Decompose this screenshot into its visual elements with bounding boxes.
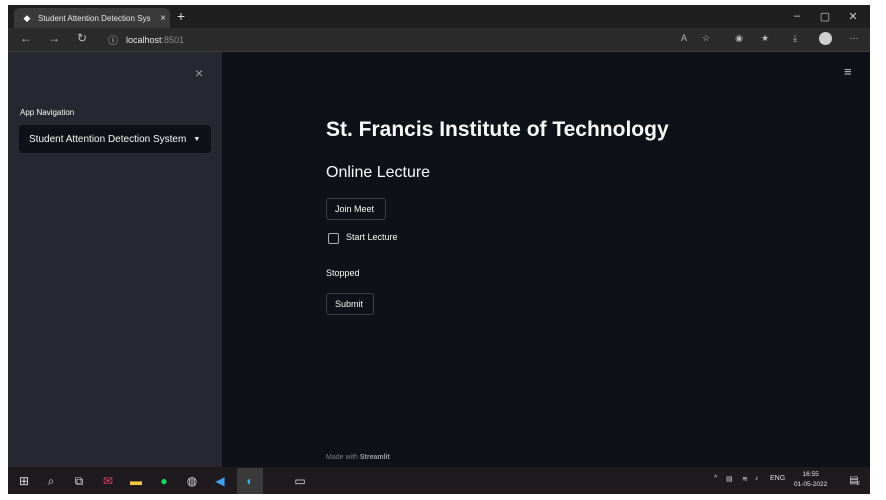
start-lecture-checkbox[interactable] bbox=[328, 233, 339, 244]
address-bar: ← → ↻ ⓘ localhost :8501 A ☆ ◉ ★ ⤓ ⋯ bbox=[8, 28, 870, 52]
sidebar: × App Navigation Student Attention Detec… bbox=[8, 52, 222, 467]
browser-tab[interactable]: ◆ Student Attention Detection Sys × bbox=[14, 8, 170, 28]
section-subheader: Online Lecture bbox=[326, 164, 431, 181]
extension-icon[interactable]: ◉ bbox=[731, 33, 747, 44]
url-field[interactable]: ⓘ localhost :8501 bbox=[106, 31, 696, 48]
main-content: ≡ St. Francis Institute of Technology On… bbox=[222, 52, 870, 467]
page-title: St. Francis Institute of Technology bbox=[326, 118, 669, 141]
task-view-icon[interactable]: ⧉ bbox=[71, 473, 87, 489]
tray-expand-icon[interactable]: ^ bbox=[714, 475, 717, 482]
footer: Made with Streamlit bbox=[326, 454, 390, 461]
close-sidebar-icon[interactable]: × bbox=[195, 65, 203, 81]
site-info-icon[interactable]: ⓘ bbox=[106, 32, 120, 47]
favorites-collection-icon[interactable]: ★ bbox=[757, 33, 773, 44]
clock-time: 16:55 bbox=[802, 471, 819, 478]
close-window-icon[interactable]: ✕ bbox=[845, 10, 861, 23]
wifi-icon[interactable]: ≋ bbox=[742, 475, 748, 483]
hamburger-menu-icon[interactable]: ≡ bbox=[844, 64, 852, 79]
join-meet-button[interactable]: Join Meet bbox=[326, 198, 386, 220]
start-lecture-label[interactable]: Start Lecture bbox=[346, 232, 398, 242]
chevron-down-icon: ▼ bbox=[193, 135, 201, 143]
vscode-icon[interactable]: ◀ bbox=[212, 473, 228, 489]
edge-icon[interactable]: ◐ bbox=[237, 468, 263, 494]
tab-bar: ◆ Student Attention Detection Sys × + – … bbox=[8, 5, 870, 28]
url-port: :8501 bbox=[161, 34, 185, 45]
volume-icon[interactable]: ♪ bbox=[755, 475, 759, 482]
selected-app: Student Attention Detection System bbox=[29, 133, 187, 145]
search-icon[interactable]: ⌕ bbox=[43, 473, 59, 489]
forward-icon[interactable]: → bbox=[46, 31, 62, 45]
submit-button[interactable]: Submit bbox=[326, 293, 374, 315]
streamlit-favicon-icon: ◆ bbox=[23, 13, 31, 23]
windows-start-icon[interactable]: ⊞ bbox=[16, 473, 32, 489]
clock-date: 01-05-2022 bbox=[794, 481, 828, 488]
browser-window: ◆ Student Attention Detection Sys × + – … bbox=[8, 5, 870, 494]
minimize-icon[interactable]: – bbox=[789, 10, 805, 22]
read-aloud-icon[interactable]: A bbox=[676, 33, 692, 43]
clock[interactable]: 16:55 01-05-2022 bbox=[794, 470, 827, 490]
app-select-dropdown[interactable]: Student Attention Detection System ▼ bbox=[19, 125, 211, 153]
notification-count: 2 bbox=[857, 481, 860, 487]
tab-title: Student Attention Detection Sys bbox=[38, 13, 151, 23]
more-options-icon[interactable]: ⋯ bbox=[846, 33, 862, 44]
maximize-icon[interactable]: ▢ bbox=[817, 10, 833, 23]
favorite-icon[interactable]: ☆ bbox=[698, 33, 714, 44]
streamlit-link[interactable]: Streamlit bbox=[360, 454, 390, 461]
file-explorer-icon[interactable]: ▬ bbox=[128, 473, 144, 489]
new-tab-button[interactable]: + bbox=[173, 8, 189, 24]
url-host: localhost bbox=[126, 34, 162, 45]
back-icon[interactable]: ← bbox=[18, 31, 34, 45]
language-indicator[interactable]: ENG bbox=[770, 475, 785, 482]
tab-close-icon[interactable]: × bbox=[156, 13, 170, 24]
status-text: Stopped bbox=[326, 268, 360, 278]
footer-prefix: Made with bbox=[326, 454, 360, 461]
refresh-icon[interactable]: ↻ bbox=[74, 31, 90, 45]
terminal-icon[interactable]: ▭ bbox=[292, 473, 308, 489]
spotify-icon[interactable]: ● bbox=[156, 473, 172, 489]
chrome-icon[interactable]: ◍ bbox=[184, 473, 200, 489]
app-navigation-label: App Navigation bbox=[20, 108, 75, 117]
network-icon[interactable]: ▤ bbox=[726, 475, 733, 483]
downloads-icon[interactable]: ⤓ bbox=[787, 33, 803, 44]
taskbar: ⊞ ⌕ ⧉ ✉ ▬ ● ◍ ◀ ◐ ▭ ^ ▤ ≋ ♪ ENG 16:55 01… bbox=[8, 467, 870, 494]
mail-app-icon[interactable]: ✉ bbox=[100, 473, 116, 489]
profile-avatar[interactable] bbox=[819, 32, 832, 45]
